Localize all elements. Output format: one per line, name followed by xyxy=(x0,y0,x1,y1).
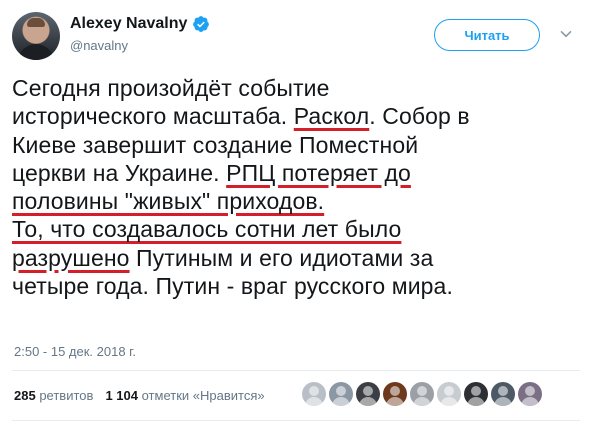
tweet-line: четыре года. Путин - враг русского мира. xyxy=(12,272,582,300)
tweet-line: разрушено Путиным и его идиотами за xyxy=(12,244,582,272)
user-handle[interactable]: @navalny xyxy=(70,38,128,53)
liker-avatar[interactable] xyxy=(356,382,380,406)
tweet-text-segment: Киеве завершит создание Поместной xyxy=(12,131,419,158)
likes-count: 1 104 xyxy=(105,388,138,403)
tweet-text-segment: церкви на Украине. xyxy=(12,159,227,186)
retweets-count: 285 xyxy=(14,388,36,403)
tweet-stats: 285 ретвитов 1 104 отметки «Нравится» xyxy=(14,388,265,403)
underlined-text: То, что создавалось сотни лет было xyxy=(12,216,402,243)
liker-avatar[interactable] xyxy=(410,382,434,406)
tweet-text-segment: Путиным и его идиотами за xyxy=(129,244,434,271)
retweets-stat[interactable]: 285 ретвитов xyxy=(14,388,93,403)
likes-label: отметки «Нравится» xyxy=(141,388,265,403)
likers-avatars xyxy=(302,382,542,406)
liker-avatar[interactable] xyxy=(383,382,407,406)
avatar-hair xyxy=(27,18,45,27)
tweet-text-segment: исторического масштаба. xyxy=(12,103,294,130)
tweet-text: Сегодня произойдёт событие исторического … xyxy=(12,74,582,300)
underlined-text: Раскол xyxy=(293,103,370,130)
underlined-text: разрушено xyxy=(12,244,130,271)
tweet-text-segment: . Собор в xyxy=(369,103,470,130)
tweet-timestamp[interactable]: 2:50 - 15 дек. 2018 г. xyxy=(14,344,136,359)
tweet-text-segment: четыре года. Путин - враг русского мира. xyxy=(12,273,453,300)
liker-avatar[interactable] xyxy=(518,382,542,406)
name-row: Alexey Navalny xyxy=(70,15,210,33)
retweets-label: ретвитов xyxy=(39,388,94,403)
liker-avatar[interactable] xyxy=(329,382,353,406)
avatar[interactable] xyxy=(12,12,60,60)
underlined-text: половины "живых" приходов. xyxy=(12,188,325,215)
likes-stat[interactable]: 1 104 отметки «Нравится» xyxy=(105,388,264,403)
underlined-text: РПЦ потеряет до xyxy=(226,159,411,186)
liker-avatar[interactable] xyxy=(437,382,461,406)
tweet-line: Киеве завершит создание Поместной xyxy=(12,131,582,159)
avatar-shoulders xyxy=(18,44,54,60)
verified-badge-icon xyxy=(193,16,210,32)
tweet-line: половины "живых" приходов. xyxy=(12,187,582,215)
liker-avatar[interactable] xyxy=(491,382,515,406)
tweet-line: Сегодня произойдёт событие xyxy=(12,74,582,102)
tweet-header: Alexey Navalny @navalny Читать xyxy=(0,0,592,70)
tweet-text-segment: Сегодня произойдёт событие xyxy=(12,75,330,101)
tweet-line: То, что создавалось сотни лет было xyxy=(12,215,582,243)
liker-avatar[interactable] xyxy=(302,382,326,406)
divider xyxy=(12,370,580,371)
tweet-line: исторического масштаба. Раскол. Собор в xyxy=(12,102,582,130)
follow-button[interactable]: Читать xyxy=(434,19,540,51)
liker-avatar[interactable] xyxy=(464,382,488,406)
chevron-down-icon[interactable] xyxy=(560,28,572,40)
tweet-line: церкви на Украине. РПЦ потеряет до xyxy=(12,159,582,187)
display-name[interactable]: Alexey Navalny xyxy=(70,15,187,33)
